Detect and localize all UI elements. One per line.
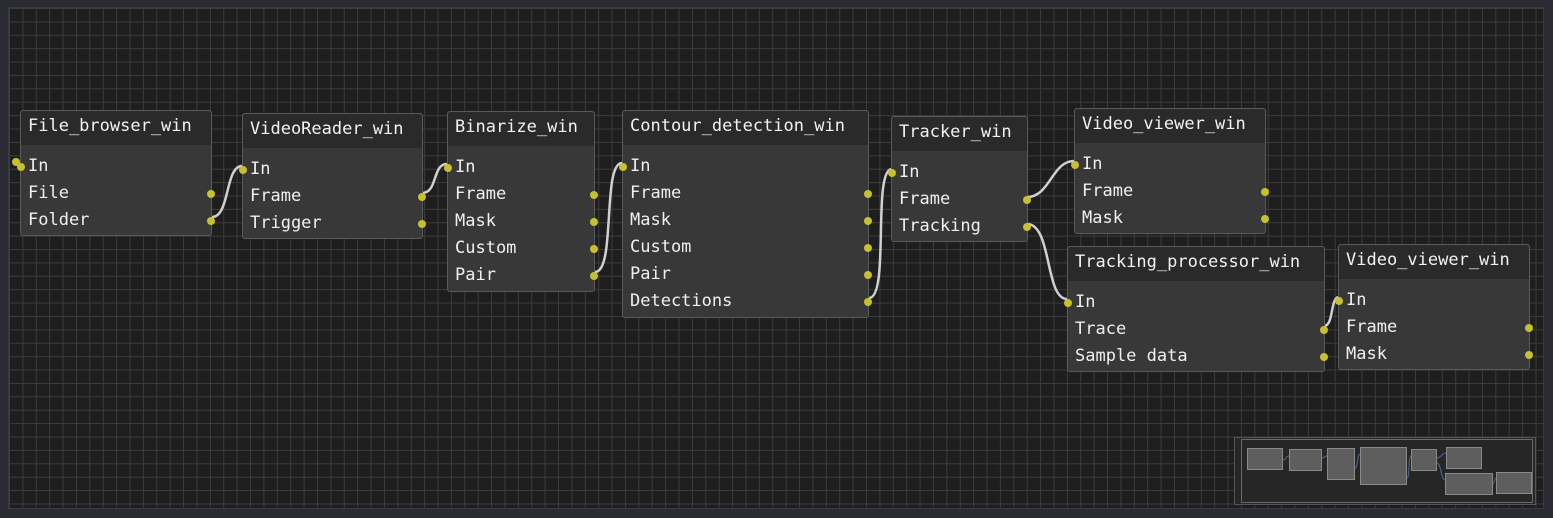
output-pin[interactable] <box>590 245 598 253</box>
input-pin[interactable] <box>1335 297 1343 305</box>
output-pin[interactable] <box>864 244 872 252</box>
node-file-browser[interactable]: File_browser_win In File Folder <box>17 110 215 236</box>
input-pin[interactable] <box>1064 299 1072 307</box>
port-mask: Mask <box>1075 205 1269 232</box>
port-in: In <box>239 156 422 183</box>
node-title[interactable]: Tracker_win <box>892 117 1027 151</box>
node-binarize[interactable]: Binarize_win In Frame Mask Custom Pair <box>444 111 598 292</box>
port-frame: Frame <box>243 183 426 210</box>
port-in: In <box>444 154 594 181</box>
output-pin[interactable] <box>1023 196 1031 204</box>
output-pin[interactable] <box>864 190 872 198</box>
output-pin[interactable] <box>590 218 598 226</box>
output-pin[interactable] <box>864 271 872 279</box>
port-in: In <box>1064 289 1324 316</box>
node-tracker[interactable]: Tracker_win In Frame Tracking <box>888 116 1031 242</box>
output-pin[interactable] <box>1261 215 1269 223</box>
minimap[interactable] <box>1234 437 1536 505</box>
node-title[interactable]: VideoReader_win <box>243 114 422 148</box>
output-pin[interactable] <box>418 220 426 228</box>
input-pin[interactable] <box>239 166 247 174</box>
port-detections: Detections <box>623 288 872 315</box>
node-tracking-processor[interactable]: Tracking_processor_win In Trace Sample d… <box>1064 246 1328 372</box>
node-title[interactable]: Video_viewer_win <box>1339 245 1529 279</box>
input-pin[interactable] <box>444 164 452 172</box>
output-pin[interactable] <box>864 217 872 225</box>
output-pin[interactable] <box>1320 326 1328 334</box>
input-pin[interactable] <box>619 163 627 171</box>
output-pin[interactable] <box>207 190 215 198</box>
port-frame: Frame <box>1339 314 1533 341</box>
port-custom: Custom <box>448 235 598 262</box>
port-frame: Frame <box>623 180 872 207</box>
output-pin[interactable] <box>1023 223 1031 231</box>
port-mask: Mask <box>448 208 598 235</box>
node-videoreader[interactable]: VideoReader_win In Frame Trigger <box>239 113 426 239</box>
node-contour-detection[interactable]: Contour_detection_win In Frame Mask Cust… <box>619 110 872 318</box>
port-custom: Custom <box>623 234 872 261</box>
port-frame: Frame <box>1075 178 1269 205</box>
port-in: In <box>888 159 1027 186</box>
input-pin[interactable] <box>17 163 25 171</box>
port-frame: Frame <box>448 181 598 208</box>
node-title[interactable]: File_browser_win <box>21 111 211 145</box>
node-video-viewer-2[interactable]: Video_viewer_win In Frame Mask <box>1335 244 1533 370</box>
node-title[interactable]: Binarize_win <box>448 112 594 146</box>
port-trace: Trace <box>1068 316 1328 343</box>
port-in: In <box>17 153 211 180</box>
output-pin[interactable] <box>864 298 872 306</box>
output-pin[interactable] <box>1320 353 1328 361</box>
port-folder: Folder <box>21 207 215 234</box>
output-pin[interactable] <box>418 193 426 201</box>
port-tracking: Tracking <box>892 213 1031 240</box>
port-pair: Pair <box>448 262 598 289</box>
output-pin[interactable] <box>207 217 215 225</box>
port-pair: Pair <box>623 261 872 288</box>
node-title[interactable]: Video_viewer_win <box>1075 109 1265 143</box>
port-in: In <box>619 153 868 180</box>
port-frame: Frame <box>892 186 1031 213</box>
port-mask: Mask <box>1339 341 1533 368</box>
node-title[interactable]: Contour_detection_win <box>623 111 868 145</box>
port-mask: Mask <box>623 207 872 234</box>
node-title[interactable]: Tracking_processor_win <box>1068 247 1324 281</box>
output-pin[interactable] <box>1261 188 1269 196</box>
minimap-viewport[interactable] <box>1241 439 1533 503</box>
port-in: In <box>1071 151 1265 178</box>
output-pin[interactable] <box>590 191 598 199</box>
port-trigger: Trigger <box>243 210 426 237</box>
input-pin[interactable] <box>1071 161 1079 169</box>
port-sample-data: Sample data <box>1068 343 1328 370</box>
input-pin[interactable] <box>888 169 896 177</box>
output-pin[interactable] <box>1525 324 1533 332</box>
output-pin[interactable] <box>590 272 598 280</box>
port-in: In <box>1335 287 1529 314</box>
port-file: File <box>21 180 215 207</box>
output-pin[interactable] <box>1525 351 1533 359</box>
node-video-viewer-1[interactable]: Video_viewer_win In Frame Mask <box>1071 108 1269 234</box>
